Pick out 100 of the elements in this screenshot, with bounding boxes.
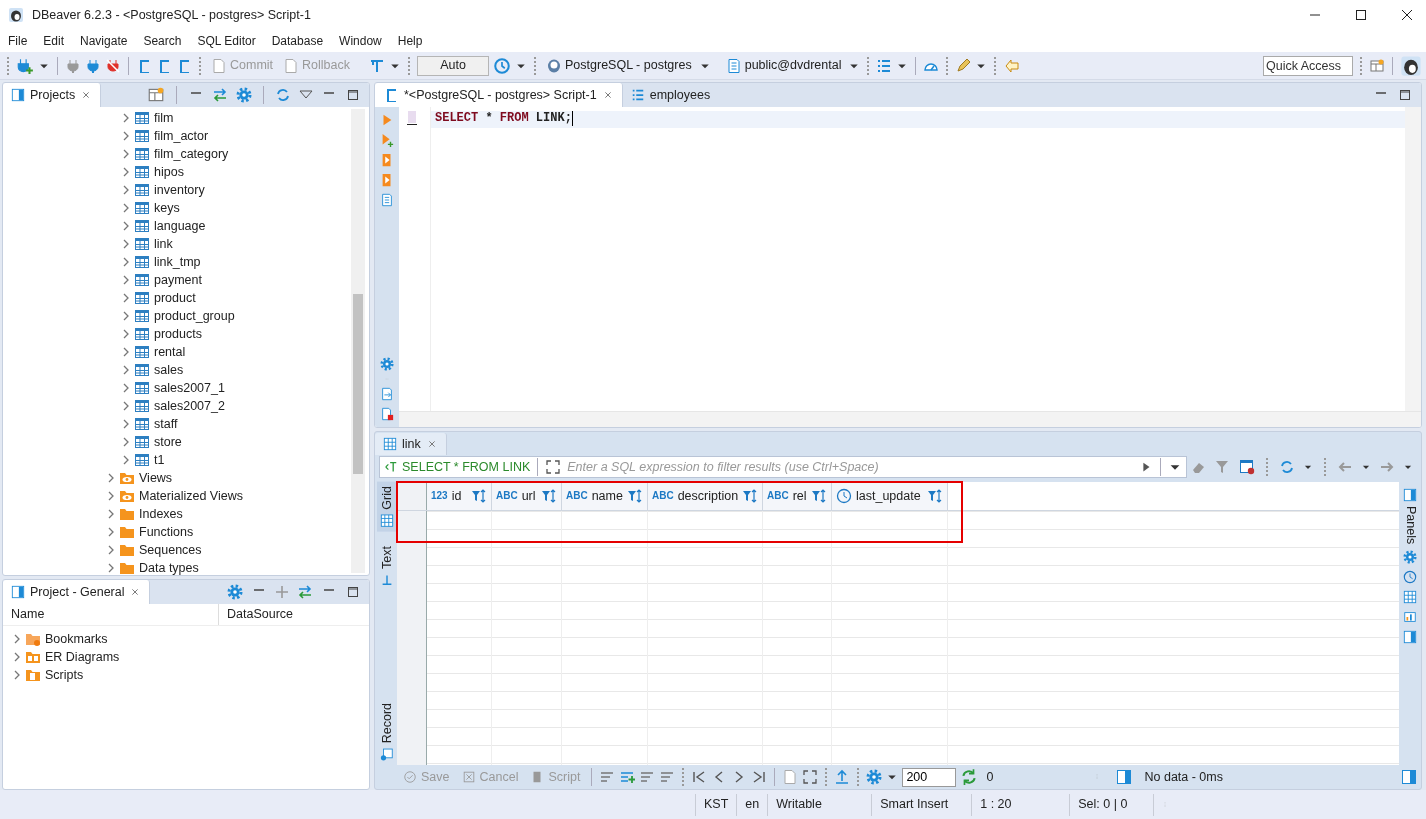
tree-item[interactable]: link: [134, 236, 173, 252]
view-menu-icon[interactable]: [299, 90, 313, 100]
perspective-icon[interactable]: [1369, 57, 1385, 74]
tree-item[interactable]: keys: [134, 200, 180, 216]
menu-item[interactable]: Help: [389, 33, 431, 49]
plug-icon[interactable]: [85, 57, 101, 74]
results-tab[interactable]: link: [375, 433, 447, 455]
project-general-tab[interactable]: Project - General: [3, 580, 151, 604]
filter-sort-icon[interactable]: [471, 488, 487, 504]
menu-item[interactable]: File: [0, 33, 36, 49]
tree-item[interactable]: store: [134, 434, 182, 450]
tree-item[interactable]: film_actor: [134, 128, 209, 144]
tree-item[interactable]: inventory: [134, 182, 205, 198]
scrollbar[interactable]: [351, 109, 365, 573]
menu-item[interactable]: Navigate: [72, 33, 136, 49]
link-icon[interactable]: [212, 87, 228, 103]
tree-item[interactable]: Views: [119, 470, 173, 486]
column-header[interactable]: DataSource: [227, 607, 293, 622]
column-header[interactable]: ABC url: [492, 482, 562, 510]
query-label[interactable]: SELECT * FROM LINK: [384, 459, 531, 475]
menu-item[interactable]: Edit: [35, 33, 73, 49]
maximize-icon[interactable]: [1397, 87, 1413, 103]
tree-item[interactable]: Sequences: [119, 542, 202, 558]
editor-tab[interactable]: employees: [622, 83, 719, 107]
add-row-icon[interactable]: [619, 769, 636, 785]
sync-icon[interactable]: [275, 87, 291, 103]
tree-item[interactable]: language: [134, 218, 206, 234]
tree-item[interactable]: Data types: [119, 560, 199, 575]
tree-item[interactable]: Indexes: [119, 506, 183, 522]
disconnect-icon[interactable]: [105, 57, 121, 74]
view-tab[interactable]: Grid: [377, 482, 397, 532]
column-header[interactable]: ABC name: [562, 482, 648, 510]
column-header[interactable]: last_update: [832, 482, 948, 510]
maximize-icon[interactable]: [345, 87, 361, 103]
tree-item[interactable]: product_group: [134, 308, 235, 324]
tree-item[interactable]: film: [134, 110, 174, 126]
tree-item[interactable]: link_tmp: [134, 254, 201, 270]
filter-sort-icon[interactable]: [541, 488, 557, 504]
panels-tab[interactable]: Panels: [1402, 488, 1418, 545]
tree-item[interactable]: Bookmarks: [25, 631, 108, 647]
column-header[interactable]: 123 id: [427, 482, 492, 510]
filter-field[interactable]: Enter a SQL expression to filter results (use Ctrl+Space): [565, 458, 1135, 476]
editor-tab[interactable]: *<PostgreSQL - postgres> Script-1: [375, 83, 623, 107]
settings-icon[interactable]: [227, 584, 243, 600]
column-header[interactable]: Name: [11, 607, 45, 622]
tree-item[interactable]: products: [134, 326, 202, 342]
tree-item[interactable]: sales2007_1: [134, 380, 225, 396]
view-tab[interactable]: Text: [377, 541, 397, 591]
close-icon[interactable]: [1400, 8, 1414, 22]
tree-item[interactable]: Functions: [119, 524, 194, 540]
refresh-icon[interactable]: [960, 768, 979, 786]
tree-item[interactable]: sales: [134, 362, 184, 378]
filter-sort-icon[interactable]: [927, 488, 943, 504]
menu-item[interactable]: SQL Editor: [189, 33, 264, 49]
sync-icon[interactable]: [1279, 459, 1295, 475]
tree-item[interactable]: payment: [134, 272, 202, 288]
expand-icon[interactable]: [802, 769, 819, 785]
menu-item[interactable]: Database: [263, 33, 332, 49]
tree-item[interactable]: sales2007_2: [134, 398, 225, 414]
expand-icon[interactable]: [545, 459, 562, 475]
menu-item[interactable]: Search: [135, 33, 190, 49]
tree-item[interactable]: staff: [134, 416, 178, 432]
run-icon[interactable]: [380, 133, 394, 147]
add-project-icon[interactable]: [147, 86, 165, 104]
error-document-icon[interactable]: [380, 407, 394, 421]
transaction-mode-button[interactable]: Auto: [417, 55, 489, 76]
link-icon[interactable]: [297, 584, 313, 600]
maximize-icon[interactable]: [1354, 8, 1368, 22]
last-page-icon[interactable]: [751, 769, 768, 785]
menu-item[interactable]: Window: [331, 33, 390, 49]
scrollbar[interactable]: [399, 411, 1421, 427]
chart-icon[interactable]: [1403, 610, 1417, 625]
settings-icon[interactable]: [380, 357, 394, 371]
tree-item[interactable]: rental: [134, 344, 186, 360]
filter-bar[interactable]: SELECT * FROM LINK Enter a SQL expression to filter results (use Ctrl+Space): [379, 456, 1187, 478]
scrollbar[interactable]: [1405, 107, 1421, 411]
tree-item[interactable]: t1: [134, 452, 165, 468]
projects-tab[interactable]: Projects: [3, 83, 102, 107]
tree-item[interactable]: product: [134, 290, 196, 306]
plug-icon[interactable]: [65, 57, 81, 74]
schema-selector[interactable]: public@dvdrental: [722, 53, 845, 78]
filter-icon[interactable]: [1215, 459, 1231, 475]
maximize-icon[interactable]: [345, 584, 361, 600]
view-tab[interactable]: Record: [377, 698, 397, 765]
document-icon[interactable]: [380, 193, 394, 207]
copy-icon[interactable]: [782, 769, 799, 785]
datasource-selector[interactable]: PostgreSQL - postgres: [543, 53, 695, 78]
script-run-icon[interactable]: [380, 173, 394, 187]
settings-icon[interactable]: [236, 87, 252, 103]
export-icon[interactable]: [380, 387, 394, 401]
tree-item[interactable]: film_category: [134, 146, 229, 162]
filter-sort-icon[interactable]: [811, 488, 827, 504]
tree-item[interactable]: Scripts: [25, 667, 84, 683]
fetch-size-field[interactable]: 200: [902, 767, 957, 787]
tree-item[interactable]: Materialized Views: [119, 488, 243, 504]
filter-sort-icon[interactable]: [627, 488, 643, 504]
quick-access-field[interactable]: Quick Access: [1263, 55, 1353, 76]
column-width-icon[interactable]: [1116, 769, 1133, 785]
panels-toggle-icon[interactable]: [1401, 769, 1417, 785]
table-settings-icon[interactable]: [1239, 459, 1255, 475]
